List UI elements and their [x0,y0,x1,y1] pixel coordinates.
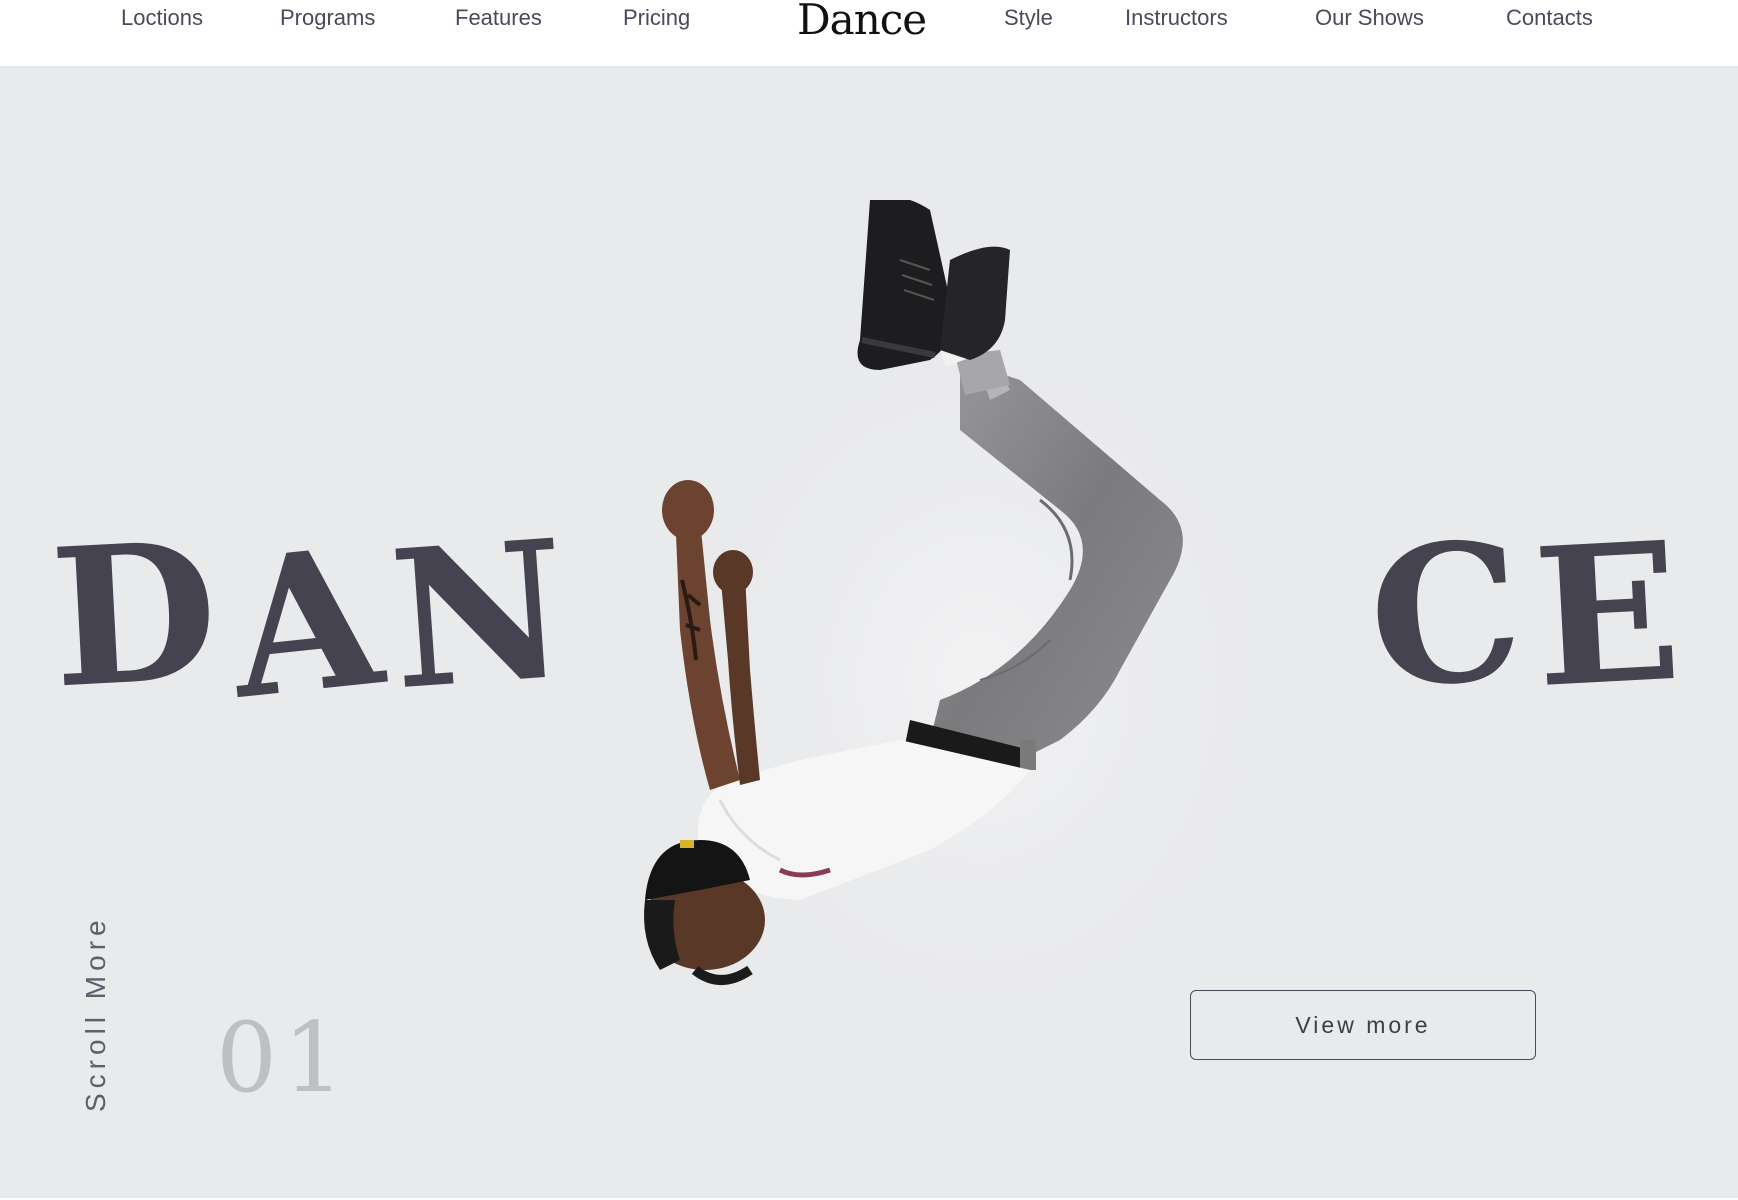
nav-link-programs[interactable]: Programs [280,4,375,32]
headline-letter: D [46,498,237,731]
dancer-image [644,200,1300,1060]
landing-page: Loctions Programs Features Pricing Dance… [0,0,1738,1200]
nav-link-locations[interactable]: Loctions [121,4,203,32]
headline-letter: E [1529,498,1700,731]
scroll-more-label[interactable]: Scroll More [80,915,112,1112]
nav-link-pricing[interactable]: Pricing [623,4,690,32]
hero-headline-left: DAN [46,497,587,742]
hero-headline-right: CE [1362,498,1699,732]
nav-link-our-shows[interactable]: Our Shows [1315,4,1424,32]
headline-letter: A [220,503,405,742]
site-logo[interactable]: Dance [797,0,927,44]
nav-link-instructors[interactable]: Instructors [1125,4,1228,32]
slide-number: 01 [216,1002,351,1114]
headline-letter: C [1362,497,1543,732]
top-navigation: Loctions Programs Features Pricing Dance… [0,0,1738,66]
nav-link-style[interactable]: Style [1004,4,1053,32]
headline-letter: N [384,496,588,733]
nav-link-features[interactable]: Features [455,4,542,32]
view-more-button[interactable]: View more [1190,990,1536,1060]
nav-link-contacts[interactable]: Contacts [1506,4,1593,32]
